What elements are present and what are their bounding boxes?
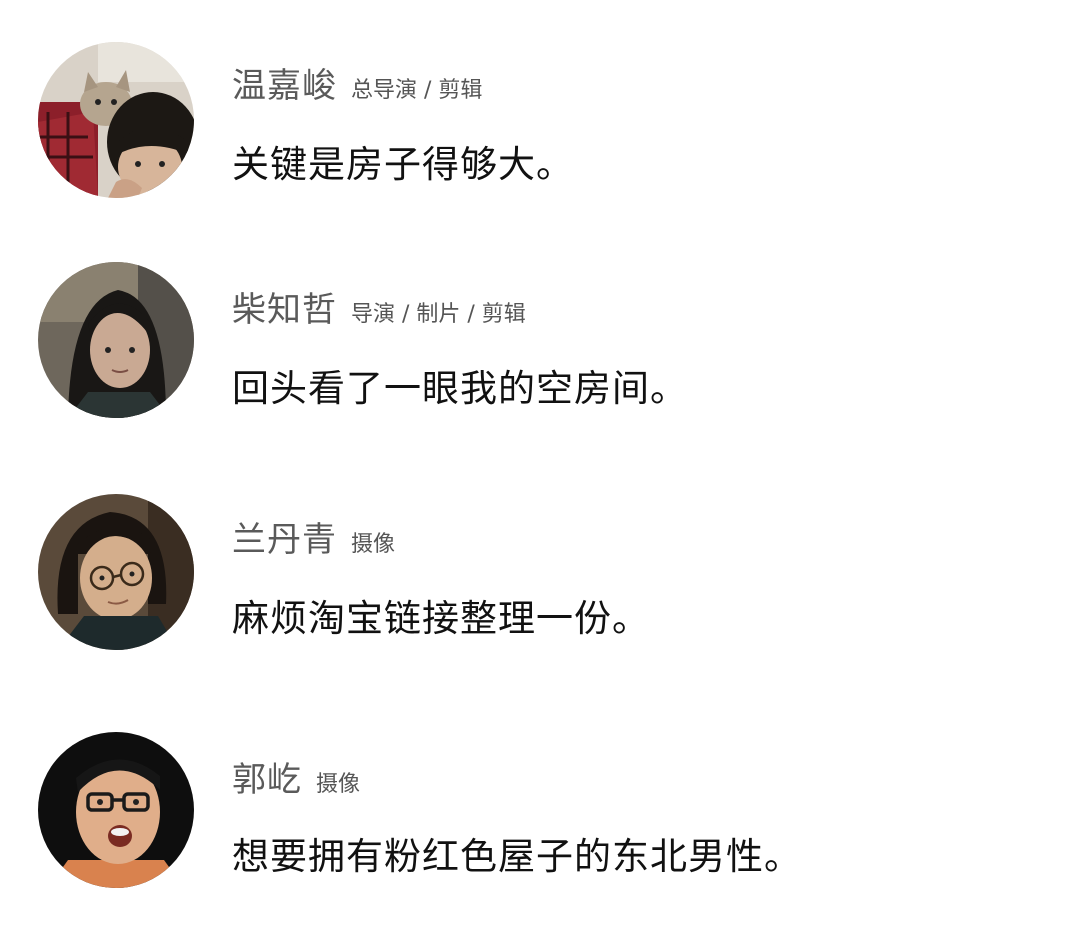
avatar [38,494,194,650]
person-name: 郭屹 [232,760,302,800]
person-quote: 关键是房子得够大。 [232,143,574,186]
person-quote: 麻烦淘宝链接整理一份。 [232,597,650,640]
name-line: 柴知哲 导演 / 制片 / 剪辑 [232,282,526,331]
avatar [38,42,194,198]
credits-list: 温嘉峻 总导演 / 剪辑 关键是房子得够大。 柴知哲 导演 / 制片 / 剪辑 回头… [0,0,1080,926]
credit-entry: 兰丹青 摄像 麻烦淘宝链接整理一份。 [0,452,1080,652]
person-quote: 回头看了一眼我的空房间。 [232,367,688,410]
woman-long-hair-avatar-icon [38,262,194,418]
man-glasses-avatar-icon [38,732,194,888]
person-name: 兰丹青 [232,520,337,560]
person-with-cat-avatar-icon [38,42,194,198]
credit-entry: 郭屹 摄像 想要拥有粉红色屋子的东北男性。 [0,690,1080,890]
person-name: 柴知哲 [232,290,337,330]
credit-entry: 温嘉峻 总导演 / 剪辑 关键是房子得够大。 [0,0,1080,200]
person-role: 总导演 / 剪辑 [351,78,483,103]
person-role: 摄像 [316,772,361,797]
avatar [38,262,194,418]
person-name: 温嘉峻 [232,66,337,106]
avatar [38,732,194,888]
person-role: 导演 / 制片 / 剪辑 [351,302,526,327]
name-line: 郭屹 摄像 [232,752,360,801]
woman-glasses-avatar-icon [38,494,194,650]
name-line: 温嘉峻 总导演 / 剪辑 [232,58,482,107]
person-quote: 想要拥有粉红色屋子的东北男性。 [232,835,802,878]
credit-entry: 柴知哲 导演 / 制片 / 剪辑 回头看了一眼我的空房间。 [0,220,1080,420]
person-role: 摄像 [351,532,396,557]
name-line: 兰丹青 摄像 [232,512,395,561]
